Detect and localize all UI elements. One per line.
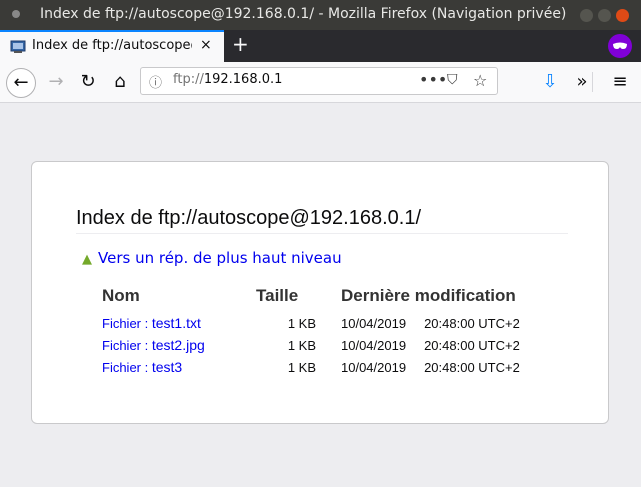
- file-link[interactable]: Fichier : test2.jpg: [102, 337, 205, 353]
- hamburger-menu-button[interactable]: ≡: [606, 68, 634, 96]
- file-name-cell: Fichier : test3: [102, 356, 256, 378]
- window-menu-icon[interactable]: [12, 10, 20, 18]
- reload-button[interactable]: ↻: [74, 68, 102, 96]
- close-window-button[interactable]: [616, 9, 629, 22]
- info-icon[interactable]: ⓘ: [149, 72, 162, 91]
- file-size-cell: 1 KB: [287, 337, 316, 353]
- page-title: Index de ftp://autoscope@192.168.0.1/: [76, 207, 421, 229]
- column-header-size[interactable]: Taille: [256, 286, 341, 312]
- window-titlebar: Index de ftp://autoscope@192.168.0.1/ - …: [0, 0, 641, 30]
- column-header-modified[interactable]: Dernière modification: [341, 286, 520, 312]
- table-row: Fichier : test3 1 KB 10/04/2019 20:48:00…: [102, 356, 520, 378]
- tab-label: Index de ftp://autoscope@192.168.0.1/: [32, 38, 192, 53]
- url-text[interactable]: ftp://192.168.0.1: [173, 72, 282, 87]
- tab-ftp-index[interactable]: Index de ftp://autoscope@192.168.0.1/ ×: [0, 30, 224, 62]
- title-divider: [76, 233, 568, 234]
- file-name: test3: [151, 359, 183, 375]
- file-prefix: Fichier :: [102, 316, 152, 331]
- parent-directory-link[interactable]: ▲ Vers un rép. de plus haut niveau: [82, 249, 342, 267]
- window-title: Index de ftp://autoscope@192.168.0.1/ - …: [40, 6, 567, 22]
- file-name: test2.jpg: [151, 337, 205, 353]
- toolbar-separator: [592, 72, 593, 92]
- file-name-cell: Fichier : test1.txt: [102, 312, 256, 334]
- file-name-cell: Fichier : test2.jpg: [102, 334, 256, 356]
- file-link[interactable]: Fichier : test1.txt: [102, 315, 201, 331]
- file-table: Nom Taille Dernière modification Fichier…: [102, 286, 520, 378]
- file-prefix: Fichier :: [102, 360, 152, 375]
- file-name: test1.txt: [151, 315, 201, 331]
- table-header-row: Nom Taille Dernière modification: [102, 286, 520, 312]
- file-date-cell: 10/04/2019: [341, 337, 407, 353]
- tab-strip: Index de ftp://autoscope@192.168.0.1/ × …: [0, 30, 641, 62]
- pocket-icon[interactable]: ⛉: [447, 72, 458, 88]
- bookmark-star-icon[interactable]: ☆: [473, 71, 487, 90]
- back-button[interactable]: ←: [6, 68, 36, 98]
- file-time-cell: 20:48:00 UTC+2: [424, 337, 520, 353]
- maximize-button[interactable]: [598, 9, 611, 22]
- table-row: Fichier : test1.txt 1 KB 10/04/2019 20:4…: [102, 312, 520, 334]
- file-date-cell: 10/04/2019: [341, 359, 407, 375]
- home-button[interactable]: ⌂: [106, 68, 134, 96]
- table-row: Fichier : test2.jpg 1 KB 10/04/2019 20:4…: [102, 334, 520, 356]
- file-size-cell: 1 KB: [287, 315, 316, 331]
- file-date-cell: 10/04/2019: [341, 315, 407, 331]
- private-browsing-icon: [608, 34, 632, 58]
- column-header-name[interactable]: Nom: [102, 286, 256, 312]
- close-tab-icon[interactable]: ×: [200, 37, 212, 53]
- minimize-button[interactable]: [580, 9, 593, 22]
- navigation-toolbar: ← → ↻ ⌂ ⓘ ftp://192.168.0.1 ••• ⛉ ☆ ⇩ » …: [0, 62, 641, 103]
- downloads-button[interactable]: ⇩: [536, 68, 564, 96]
- directory-listing-card: Index de ftp://autoscope@192.168.0.1/ ▲ V…: [31, 161, 609, 424]
- folder-page-icon: [10, 40, 26, 53]
- url-host: 192.168.0.1: [203, 72, 283, 87]
- mask-icon: [613, 42, 627, 49]
- page-actions-icon[interactable]: •••: [419, 70, 447, 89]
- page-content: Index de ftp://autoscope@192.168.0.1/ ▲ V…: [0, 103, 641, 487]
- file-size-cell: 1 KB: [287, 359, 316, 375]
- chevron-up-icon: ▲: [82, 252, 92, 267]
- file-link[interactable]: Fichier : test3: [102, 359, 183, 375]
- file-prefix: Fichier :: [102, 338, 152, 353]
- forward-button[interactable]: →: [42, 68, 70, 96]
- file-time-cell: 20:48:00 UTC+2: [424, 315, 520, 331]
- url-bar[interactable]: ⓘ ftp://192.168.0.1 ••• ⛉ ☆: [140, 67, 498, 95]
- parent-directory-label: Vers un rép. de plus haut niveau: [98, 249, 342, 267]
- file-time-cell: 20:48:00 UTC+2: [424, 359, 520, 375]
- new-tab-button[interactable]: +: [232, 32, 249, 56]
- url-scheme: ftp://: [173, 72, 204, 87]
